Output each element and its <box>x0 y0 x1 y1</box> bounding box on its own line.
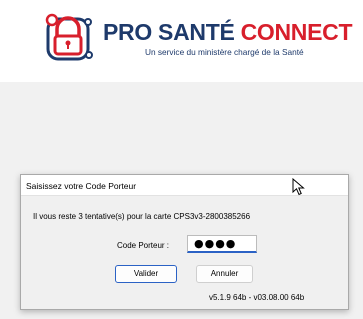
attempts-message: Il vous reste 3 tentative(s) pour la car… <box>33 212 251 221</box>
brand-tagline: Un service du ministère chargé de la San… <box>145 47 304 57</box>
dialog-title: Saisissez votre Code Porteur <box>26 181 137 191</box>
brand-header: PRO SANTÉ CONNECT Un service du ministèr… <box>0 0 363 80</box>
mouse-cursor-icon <box>292 178 305 196</box>
code-porteur-label: Code Porteur : <box>117 241 170 250</box>
version-text: v5.1.9 64b - v03.08.00 64b <box>209 293 305 302</box>
brand-word-pro: PRO <box>103 19 152 45</box>
lock-icon <box>45 13 93 61</box>
brand-word-connect: CONNECT <box>240 19 353 45</box>
brand-word-sante: SANTÉ <box>158 19 235 45</box>
code-porteur-input[interactable]: ●●●● <box>187 235 257 253</box>
valider-button[interactable]: Valider <box>115 265 177 283</box>
brand-name: PRO SANTÉ CONNECT <box>103 19 353 46</box>
annuler-button[interactable]: Annuler <box>196 265 253 283</box>
